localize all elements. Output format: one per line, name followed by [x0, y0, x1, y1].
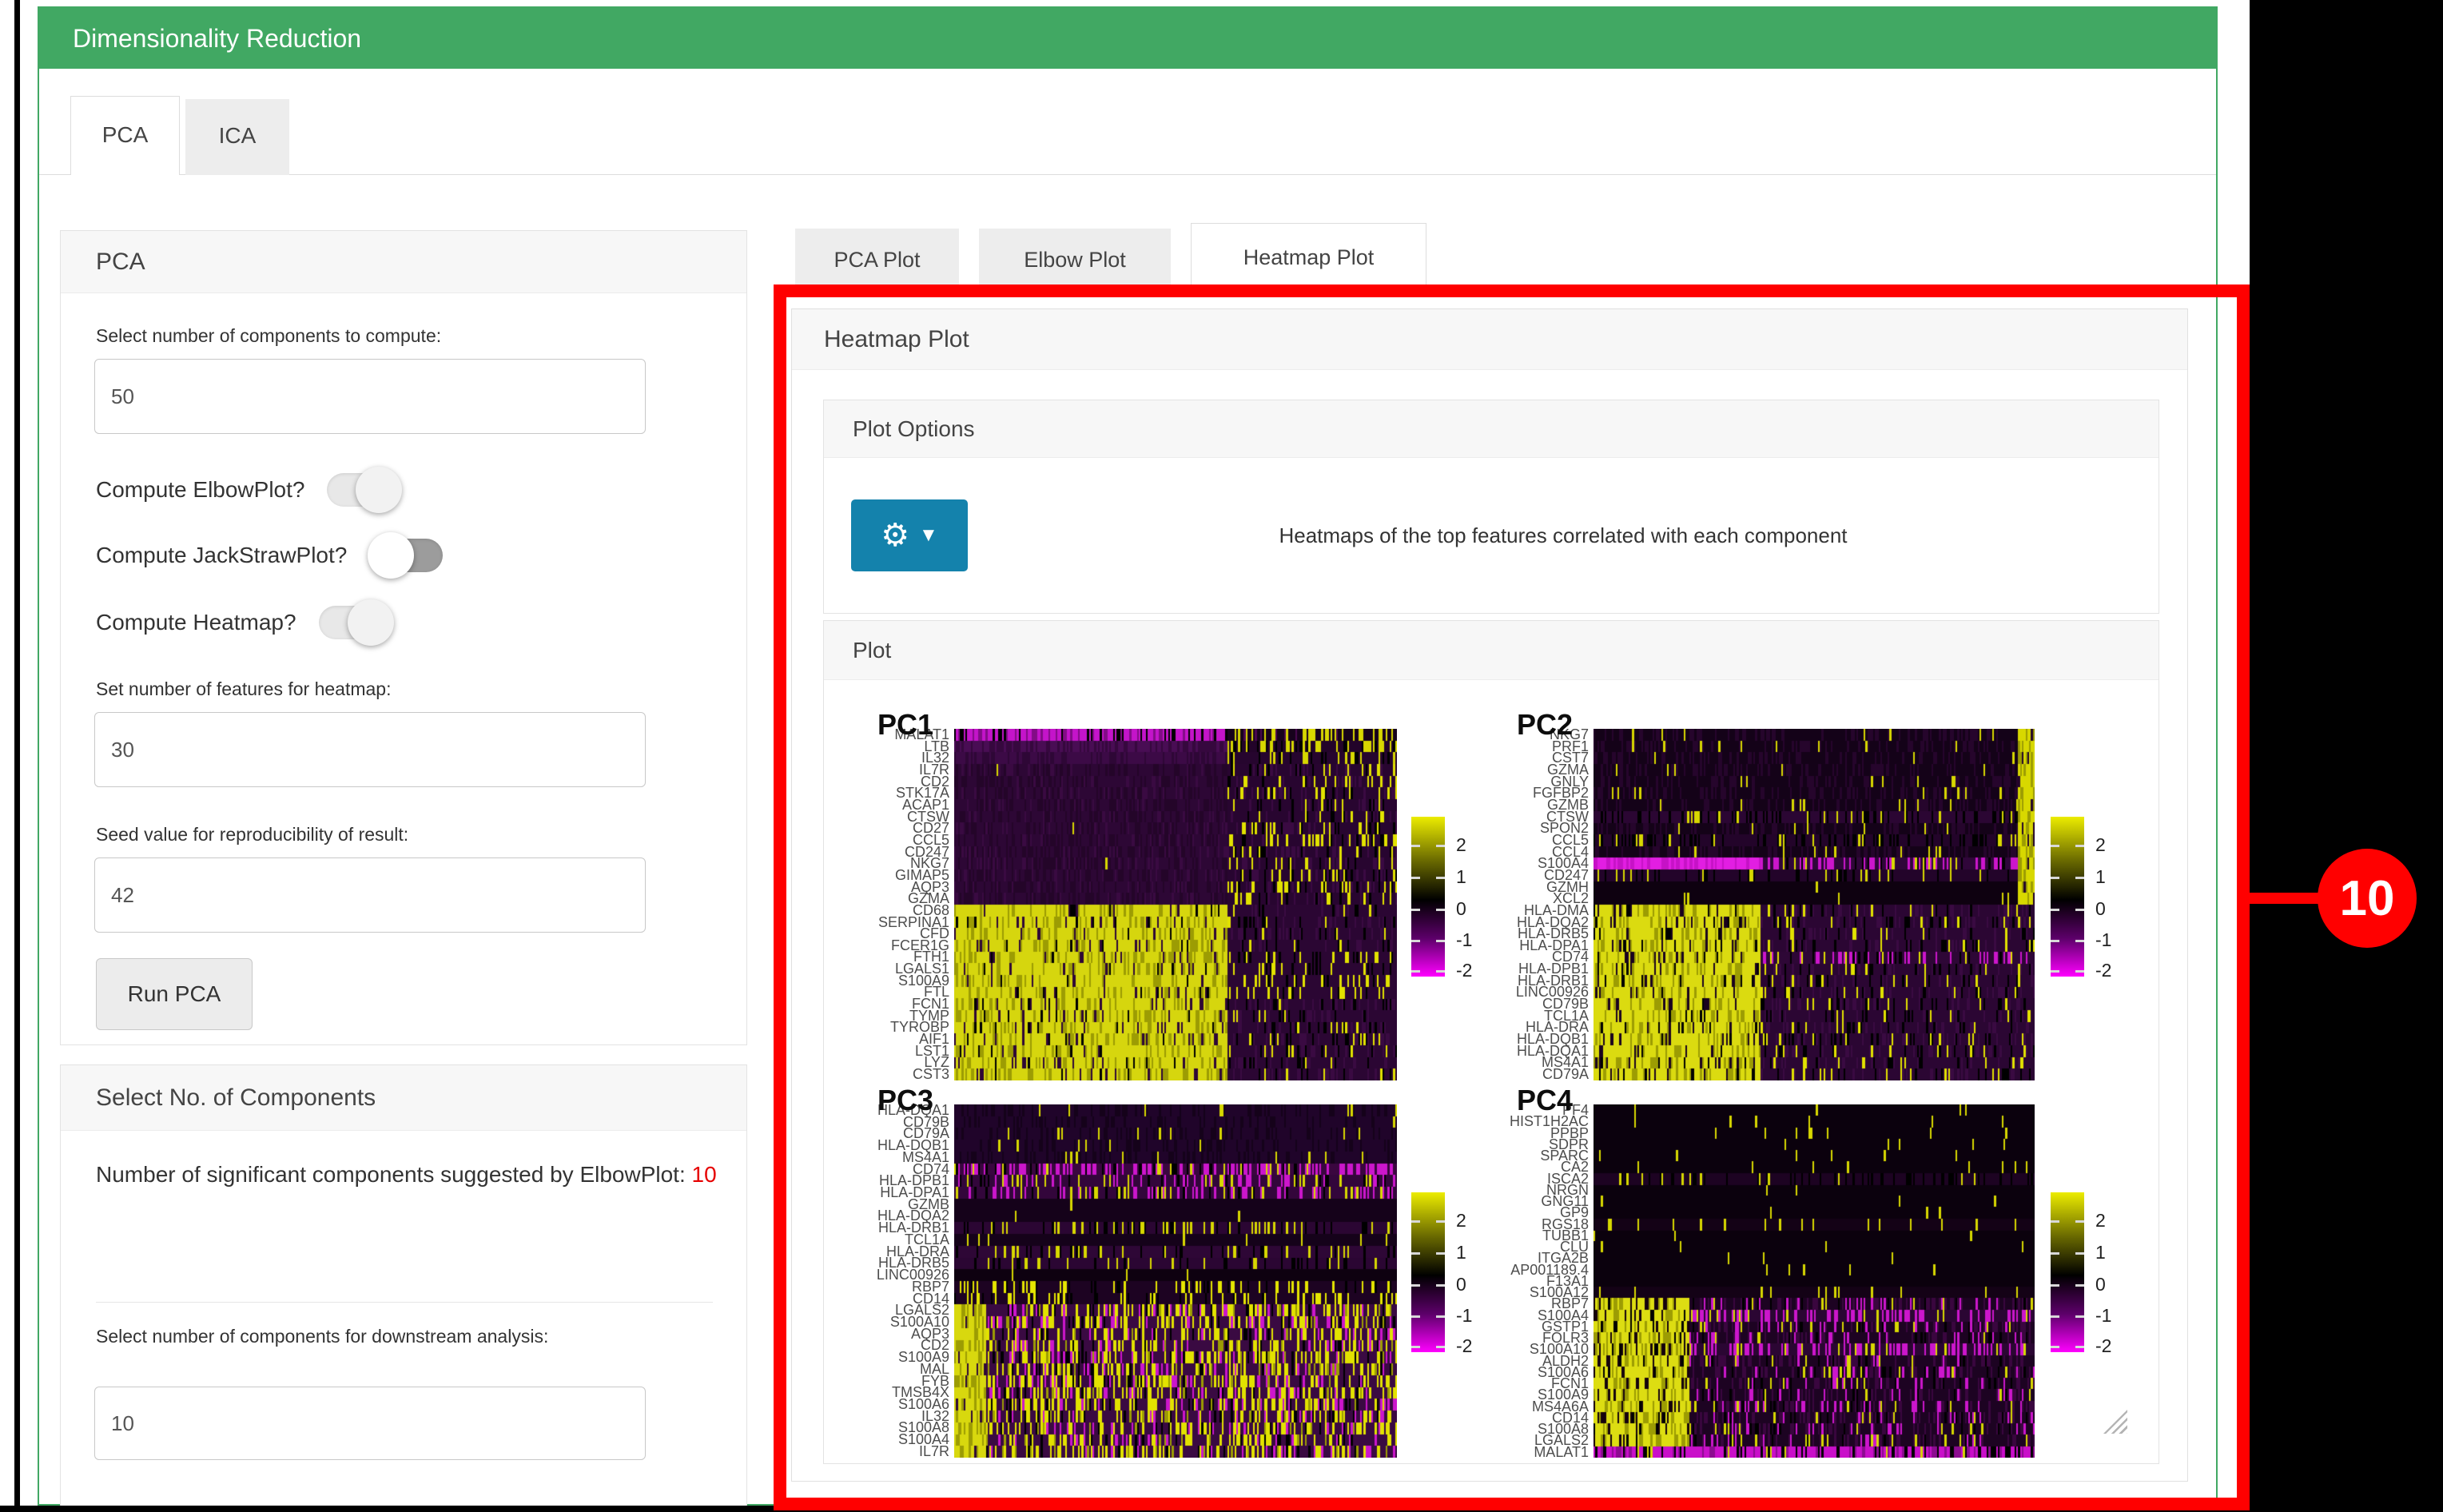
elbowplot-toggle-label: Compute ElbowPlot?: [96, 477, 304, 503]
pca-options-box: PCA Select number of components to compu…: [60, 230, 747, 1045]
downstream-components-label: Select number of components for downstre…: [96, 1323, 623, 1351]
seed-input[interactable]: [94, 857, 646, 933]
seed-label: Seed value for reproducibility of result…: [96, 824, 408, 846]
components-count-input[interactable]: [94, 359, 646, 434]
tab-elbow-plot[interactable]: Elbow Plot: [979, 229, 1171, 291]
suggested-components-text: Number of significant components suggest…: [96, 1158, 727, 1192]
components-count-label: Select number of components to compute:: [96, 325, 441, 347]
features-count-label: Set number of features for heatmap:: [96, 678, 391, 700]
jackstrawplot-toggle-label: Compute JackStrawPlot?: [96, 543, 347, 568]
downstream-components-input[interactable]: [94, 1387, 646, 1460]
tab-ica[interactable]: ICA: [185, 99, 289, 175]
elbowplot-toggle[interactable]: [327, 473, 400, 507]
select-components-title: Select No. of Components: [61, 1065, 746, 1131]
letterbox-right: [2250, 0, 2443, 1512]
page-title: Dimensionality Reduction: [39, 8, 2216, 69]
heatmap-toggle[interactable]: [319, 606, 392, 639]
pca-box-title: PCA: [61, 231, 746, 293]
toggle-knob: [356, 467, 402, 513]
tabs-divider: [39, 174, 2216, 175]
annotation-step-badge: 10: [2318, 849, 2417, 948]
select-components-header: Select No. of Components: [61, 1065, 746, 1131]
heatmap-toggle-label: Compute Heatmap?: [96, 610, 296, 635]
annotation-rectangle: [774, 284, 2250, 1510]
features-count-input[interactable]: [94, 712, 646, 787]
annotation-connector-line: [2242, 893, 2327, 904]
suggested-components-value: 10: [692, 1162, 717, 1187]
tab-heatmap-plot[interactable]: Heatmap Plot: [1191, 223, 1426, 292]
annotation-step-number: 10: [2340, 870, 2395, 927]
toggle-knob: [348, 599, 394, 646]
tab-pca[interactable]: PCA: [70, 96, 180, 175]
toggle-knob: [368, 532, 414, 579]
pca-box-header: PCA: [61, 231, 746, 293]
divider: [96, 1302, 713, 1303]
run-pca-button[interactable]: Run PCA: [96, 958, 253, 1030]
window-frame-line: [14, 0, 20, 1512]
app-header: Dimensionality Reduction: [39, 8, 2216, 69]
tab-pca-plot[interactable]: PCA Plot: [795, 229, 959, 291]
jackstrawplot-toggle[interactable]: [369, 539, 443, 572]
select-components-box: Select No. of Components Number of signi…: [60, 1064, 747, 1512]
